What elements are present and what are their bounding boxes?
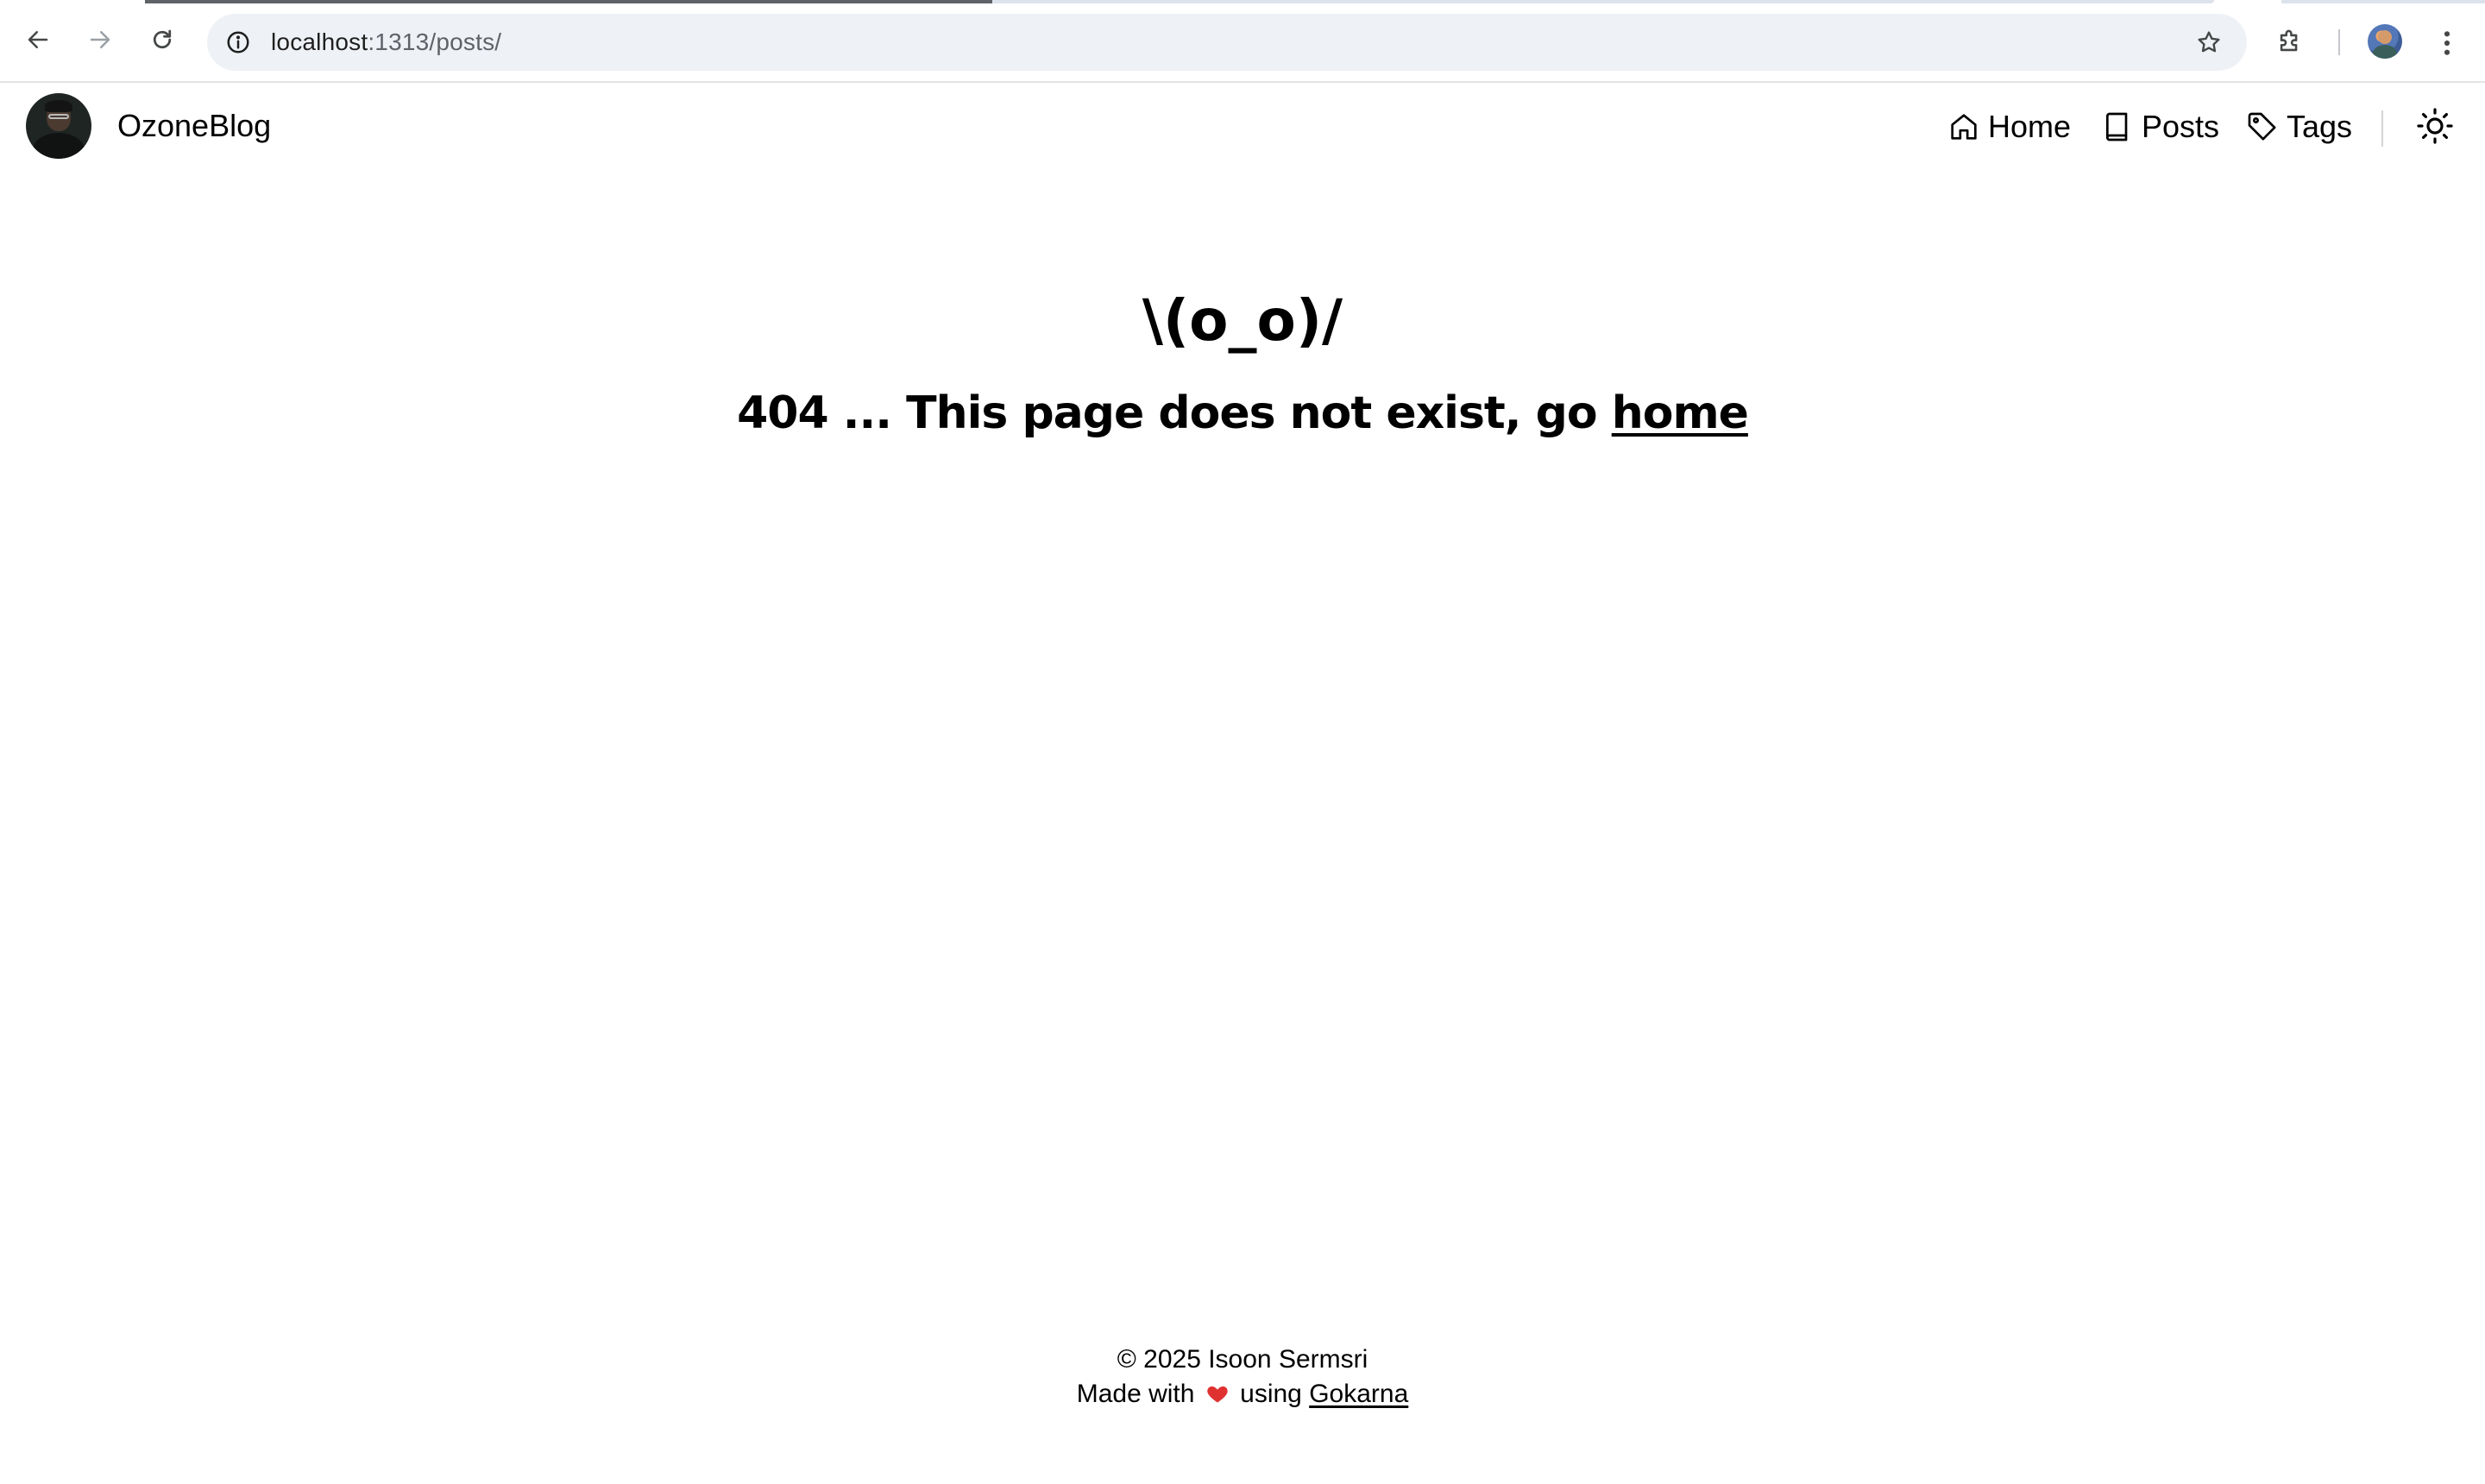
url-path: :1313/posts/	[368, 28, 502, 55]
site-info-button[interactable]	[223, 27, 254, 58]
bookmark-button[interactable]	[2192, 25, 2226, 60]
browser-menu-button[interactable]	[2430, 24, 2464, 62]
profile-avatar[interactable]	[2368, 24, 2402, 59]
back-button[interactable]	[17, 19, 59, 60]
footer: © 2025 Isoon Sermsri Made with using Gok…	[0, 1343, 2485, 1412]
using-text: using	[1240, 1380, 1302, 1408]
nav-home-label: Home	[1988, 109, 2072, 144]
arrow-right-icon	[90, 31, 110, 48]
toolbar-divider	[2338, 29, 2340, 55]
copyright-text: © 2025 Isoon Sermsri	[1117, 1345, 1368, 1374]
forward-button[interactable]	[79, 19, 121, 60]
url-text[interactable]: localhost:1313/posts/	[271, 26, 501, 59]
browser-toolbar: localhost:1313/posts/	[0, 0, 2485, 83]
kebab-menu-icon	[2444, 31, 2450, 55]
extensions-button[interactable]	[2271, 22, 2309, 60]
theme-toggle-button[interactable]	[2413, 104, 2457, 148]
site-header: OzoneBlog Home Posts Tags	[0, 85, 2485, 171]
nav-tags-label: Tags	[2287, 109, 2353, 144]
reload-button[interactable]	[142, 19, 183, 60]
address-bar[interactable]: localhost:1313/posts/	[207, 14, 2247, 71]
heart-icon	[1205, 1381, 1230, 1405]
info-circle-icon	[227, 31, 249, 53]
loading-bar-progress	[145, 0, 992, 3]
nav-divider	[2381, 110, 2383, 147]
nav-posts-label: Posts	[2142, 109, 2220, 144]
home-link[interactable]: home	[1612, 387, 1749, 439]
tag-icon	[2248, 112, 2276, 141]
nav-tags-link[interactable]: Tags	[2245, 107, 2352, 147]
site-title-link[interactable]: OzoneBlog	[117, 107, 271, 145]
tab-strip-edge	[2281, 0, 2485, 3]
kaomoji-heading: \(o_o)/	[1142, 287, 1343, 354]
nav-posts-link[interactable]: Posts	[2100, 107, 2219, 147]
reload-icon	[153, 29, 172, 49]
not-found-message: 404 ... This page does not exist, go hom…	[0, 383, 2485, 443]
arrow-left-icon	[28, 31, 48, 48]
made-with-text: Made with	[1076, 1380, 1195, 1408]
star-icon	[2198, 31, 2220, 53]
nav-home-link[interactable]: Home	[1947, 107, 2071, 147]
book-icon	[2106, 112, 2128, 141]
made-with-line: Made with using Gokarna	[0, 1377, 2485, 1412]
avatar[interactable]	[26, 93, 91, 159]
main-content: \(o_o)/ 404 ... This page does not exist…	[0, 285, 2485, 443]
home-icon	[1951, 114, 1977, 140]
url-host: localhost	[271, 28, 368, 55]
not-found-text: 404 ... This page does not exist, go	[737, 387, 1612, 439]
puzzle-icon	[2280, 29, 2298, 52]
gokarna-link[interactable]: Gokarna	[1309, 1380, 1408, 1408]
sun-icon	[2417, 108, 2453, 144]
